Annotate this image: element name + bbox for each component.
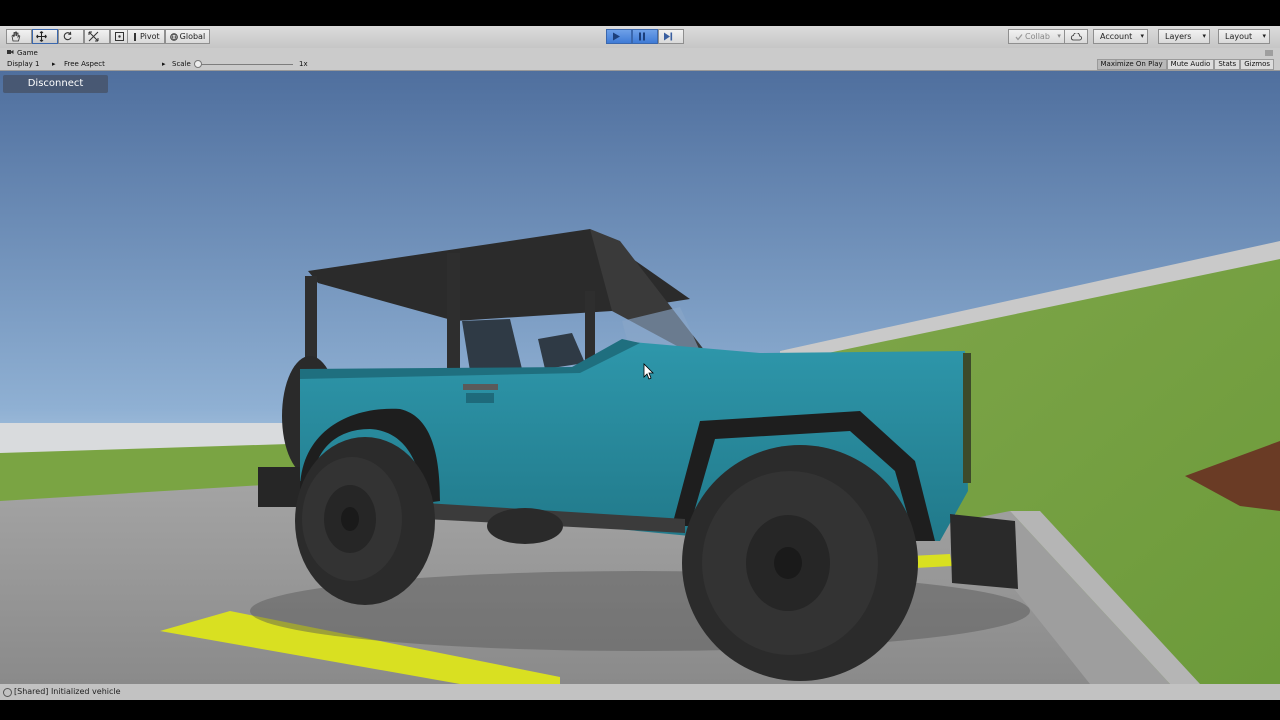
layout-label: Layout xyxy=(1225,32,1253,41)
pause-button[interactable] xyxy=(632,29,658,44)
scale-value: 1x xyxy=(299,60,308,68)
gizmos-dropdown[interactable]: Gizmos xyxy=(1240,59,1274,70)
pivot-global-group: Pivot Global xyxy=(127,29,211,44)
pivot-icon xyxy=(134,32,136,41)
rotate-tool-button[interactable] xyxy=(58,29,84,44)
door-handle-shadow xyxy=(466,393,494,403)
info-icon xyxy=(3,688,12,697)
cage-pillar-front xyxy=(585,291,595,361)
pivot-toggle[interactable]: Pivot xyxy=(127,29,165,44)
front-wheel xyxy=(682,445,918,681)
cloud-button[interactable] xyxy=(1064,29,1088,44)
collab-label: Collab xyxy=(1025,32,1050,41)
aspect-dropdown[interactable]: Free Aspect xyxy=(64,58,105,70)
globe-icon xyxy=(169,32,178,41)
display-dropdown[interactable]: Display 1 xyxy=(7,58,39,70)
tab-menu-icon[interactable] xyxy=(1264,50,1274,56)
rect-transform-icon xyxy=(115,32,124,41)
scene-render xyxy=(0,71,1280,684)
collab-dropdown[interactable]: Collab xyxy=(1008,29,1065,44)
door-handle xyxy=(463,384,498,390)
scale-icon xyxy=(88,31,99,42)
pivot-label: Pivot xyxy=(140,32,160,41)
scale-slider-track[interactable] xyxy=(197,64,293,65)
game-view-icon xyxy=(7,50,14,54)
scale-tool-button[interactable] xyxy=(84,29,110,44)
layers-dropdown[interactable]: Layers xyxy=(1158,29,1210,44)
display-dropdown-arrow: ▸ xyxy=(52,60,56,68)
main-toolbar: Pivot Global Collab Account xyxy=(0,26,1280,49)
cloud-group xyxy=(1064,29,1088,44)
game-tab-label: Game xyxy=(17,49,38,57)
front-bumper xyxy=(950,514,1018,589)
layout-dropdown[interactable]: Layout xyxy=(1218,29,1270,44)
disconnect-button[interactable]: Disconnect xyxy=(3,75,108,93)
top-black-band xyxy=(0,0,1280,26)
hand-icon xyxy=(11,31,21,42)
playmode-controls xyxy=(606,29,684,44)
front-grill xyxy=(963,353,971,483)
layers-label: Layers xyxy=(1165,32,1192,41)
check-icon xyxy=(1015,33,1023,40)
mute-audio-toggle[interactable]: Mute Audio xyxy=(1166,59,1215,70)
global-label: Global xyxy=(179,32,206,41)
move-icon xyxy=(36,31,47,42)
game-view-controls: Display 1 ▸ Free Aspect ▸ Scale 1x Maxim… xyxy=(0,58,1280,71)
pause-icon xyxy=(639,32,645,41)
scale-slider-handle[interactable] xyxy=(194,60,202,68)
collab-group: Collab xyxy=(1008,29,1065,44)
stats-toggle[interactable]: Stats xyxy=(1214,59,1241,70)
game-tab-bar: Game xyxy=(0,48,1280,58)
step-button[interactable] xyxy=(658,29,684,44)
global-toggle[interactable]: Global xyxy=(164,29,211,44)
account-group: Account xyxy=(1093,29,1148,44)
step-icon xyxy=(664,32,673,41)
layout-group: Layout xyxy=(1218,29,1270,44)
status-bar: [Shared] Initialized vehicle xyxy=(0,684,1280,700)
play-button[interactable] xyxy=(606,29,632,44)
transform-tools xyxy=(6,29,136,44)
account-dropdown[interactable]: Account xyxy=(1093,29,1148,44)
bottom-black-band xyxy=(0,700,1280,720)
cloud-icon xyxy=(1070,32,1082,40)
play-icon xyxy=(613,32,620,41)
rotate-icon xyxy=(63,31,72,41)
account-label: Account xyxy=(1100,32,1133,41)
rear-wheel xyxy=(295,437,435,605)
layers-group: Layers xyxy=(1158,29,1210,44)
scale-label: Scale xyxy=(172,60,191,68)
far-wheel xyxy=(487,508,563,544)
game-viewport[interactable] xyxy=(0,71,1280,684)
hand-tool-button[interactable] xyxy=(6,29,32,44)
aspect-dropdown-arrow: ▸ xyxy=(162,60,166,68)
maximize-on-play-toggle[interactable]: Maximize On Play xyxy=(1096,59,1167,70)
game-tab[interactable]: Game xyxy=(6,48,38,58)
game-view-toggles: Maximize On Play Mute Audio Stats Gizmos xyxy=(1096,59,1274,70)
status-message[interactable]: [Shared] Initialized vehicle xyxy=(14,684,121,700)
cage-pillar-mid xyxy=(447,253,460,371)
move-tool-button[interactable] xyxy=(32,29,58,44)
